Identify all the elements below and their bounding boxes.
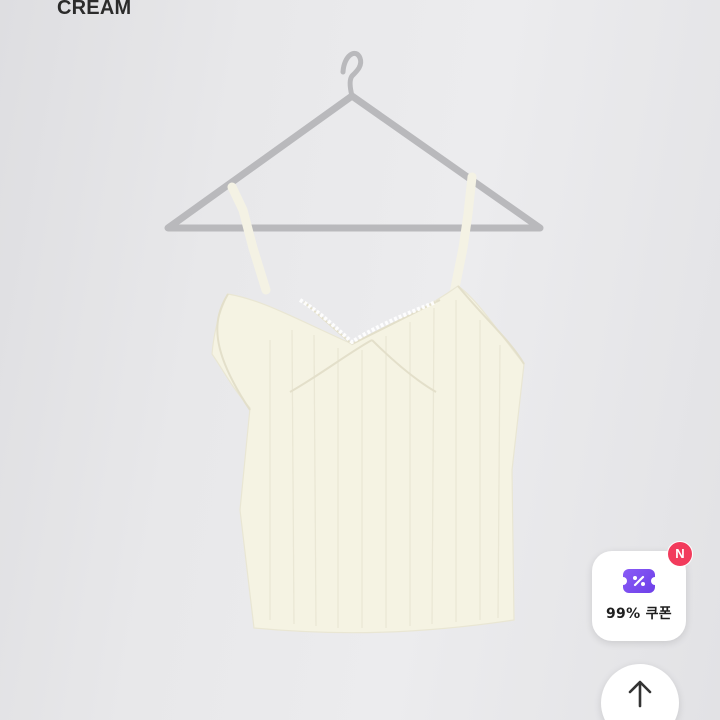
camisole-body — [211, 285, 525, 634]
coupon-label: 99% 쿠폰 — [606, 606, 672, 622]
new-badge: N — [667, 541, 693, 567]
arrow-up-icon — [628, 680, 652, 708]
product-color-label: CREAM — [57, 0, 132, 19]
hanger-illustration — [164, 51, 544, 232]
coupon-ticket-icon — [623, 569, 655, 593]
camisole-straps — [227, 172, 477, 303]
product-detail-page: CREAM 99% 쿠폰 N — [0, 0, 720, 720]
